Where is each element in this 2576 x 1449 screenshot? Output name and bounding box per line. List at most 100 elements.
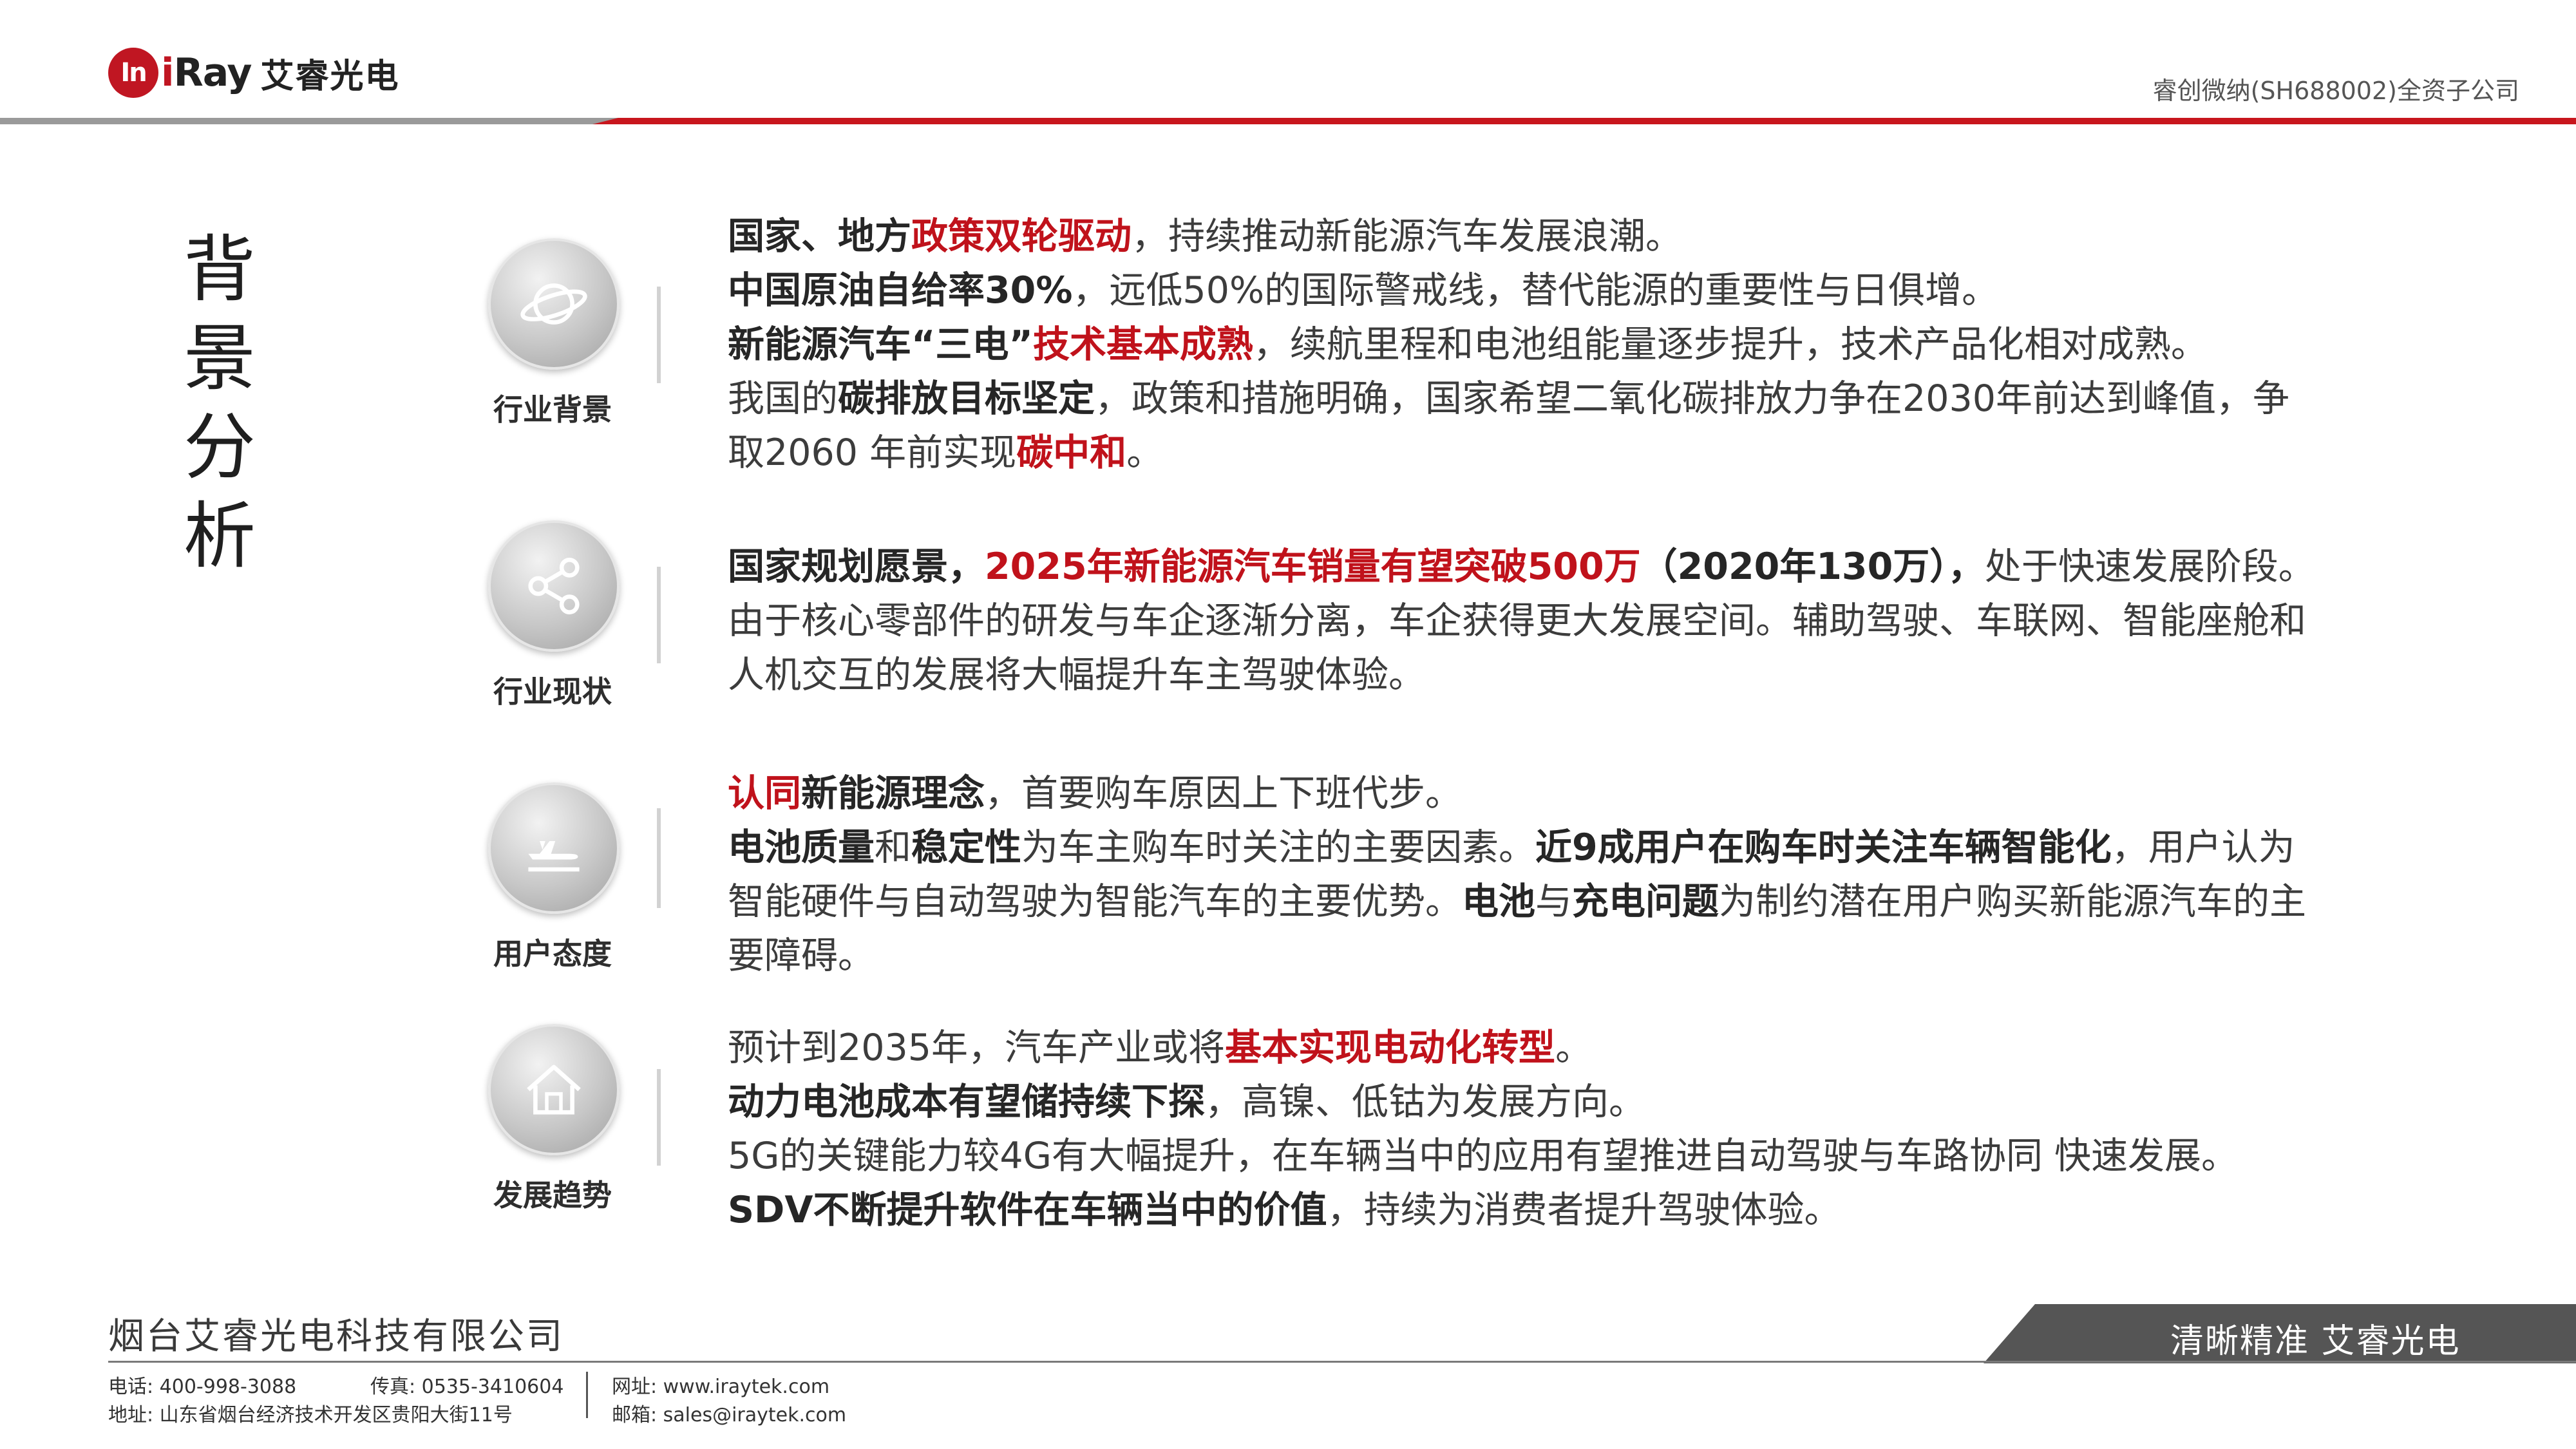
category-development-trend: 发展趋势 <box>488 1024 620 1215</box>
footer-separator <box>586 1372 588 1418</box>
footer-address: 地址: 山东省烟台经济技术开发区贵阳大街11号 <box>108 1404 513 1426</box>
planet-icon <box>520 283 587 325</box>
logo-mark: In <box>108 48 158 98</box>
logo-wordmark: iRay <box>161 50 252 95</box>
category-divider <box>657 808 661 908</box>
section-title-line-2: 分析 <box>184 406 260 578</box>
bold-text: 国家规划愿景， <box>728 545 985 588</box>
category-label: 用户态度 <box>493 936 612 971</box>
body-text: 与 <box>1535 880 1572 923</box>
body-text: 5G的关键能力较4G有大幅提升，在车辆当中的应用有望推进自动驾驶与车路协同 快速… <box>728 1135 2238 1177</box>
bold-text: 国家、地方 <box>728 215 911 258</box>
text-block-industry-background: 国家、地方政策双轮驱动，持续推动新能源汽车发展浪潮。 中国原油自给率30%，远低5… <box>728 209 2363 480</box>
text-line: 中国原油自给率30%，远低50%的国际警戒线，替代能源的重要性与日俱增。 <box>728 263 2363 317</box>
category-industry-status: 行业现状 <box>488 520 620 711</box>
share-icon <box>528 558 580 614</box>
category-icon-circle <box>488 782 620 914</box>
body-text: ，首要购车原因上下班代步。 <box>985 772 1462 815</box>
text-line: 5G的关键能力较4G有大幅提升，在车辆当中的应用有望推进自动驾驶与车路协同 快速… <box>728 1129 2363 1183</box>
bold-text: （2020年130万）， <box>1640 545 1985 588</box>
text-line: 取2060 年前实现碳中和。 <box>728 426 2363 480</box>
bold-text: SDV不断提升软件在车辆当中的价值 <box>728 1189 1327 1231</box>
body-text: 为车主购车时关注的主要因素。 <box>1021 826 1535 869</box>
plane-departure-icon <box>528 841 580 872</box>
bold-text: 稳定性 <box>911 826 1021 869</box>
body-text: 智能硬件与自动驾驶为智能汽车的主要优势。 <box>728 880 1462 923</box>
logo-wordmark-text: Ray <box>173 50 252 95</box>
text-block-industry-status: 国家规划愿景，2025年新能源汽车销量有望突破500万（2020年130万），处… <box>728 540 2363 702</box>
category-icon-circle <box>488 1024 620 1155</box>
header-rule-grey <box>0 118 644 124</box>
category-icon-circle <box>488 520 620 652</box>
house-icon <box>527 1065 581 1115</box>
footer-website[interactable]: 网址: www.iraytek.com <box>612 1370 829 1399</box>
body-text: 处于快速发展阶段。 <box>1984 545 2315 588</box>
category-label: 发展趋势 <box>493 1178 612 1213</box>
bold-text: 电池 <box>1462 880 1535 923</box>
category-label: 行业现状 <box>493 674 612 709</box>
text-line: 国家、地方政策双轮驱动，持续推动新能源汽车发展浪潮。 <box>728 209 2363 263</box>
body-text: 预计到2035年，汽车产业或将 <box>728 1027 1226 1069</box>
bold-text: 新能源理念 <box>801 772 985 815</box>
section-title-line-1: 背景 <box>184 228 260 401</box>
body-text: ，持续为消费者提升驾驶体验。 <box>1327 1189 1841 1231</box>
footer-email[interactable]: 邮箱: sales@iraytek.com <box>612 1399 846 1427</box>
parent-company-note: 睿创微纳(SH688002)全资子公司 <box>2152 77 2519 105</box>
header-rule-red <box>592 118 2576 124</box>
category-industry-background: 行业背景 <box>488 238 620 429</box>
body-text: ，续航里程和电池组能量逐步提升，技术产品化相对成熟。 <box>1253 323 2208 366</box>
text-line: 要障碍。 <box>728 929 2363 983</box>
text-line: 新能源汽车“三电”技术基本成熟，续航里程和电池组能量逐步提升，技术产品化相对成熟… <box>728 317 2363 372</box>
category-divider <box>657 1069 661 1166</box>
bold-text: 新能源汽车“三电” <box>728 323 1033 366</box>
bold-text: 中国原油自给率30% <box>728 269 1073 312</box>
bold-text: 充电问题 <box>1572 880 1719 923</box>
text-line: 动力电池成本有望储持续下探，高镍、低钴为发展方向。 <box>728 1075 2363 1129</box>
text-block-user-attitude: 认同新能源理念，首要购车原因上下班代步。 电池质量和稳定性为车主购车时关注的主要因… <box>728 766 2363 983</box>
highlight-text: 认同 <box>728 772 801 815</box>
footer-company-name: 烟台艾睿光电科技有限公司 <box>108 1316 564 1358</box>
bold-text: 碳排放目标坚定 <box>838 377 1095 420</box>
category-user-attitude: 用户态度 <box>488 782 620 973</box>
text-block-development-trend: 预计到2035年，汽车产业或将基本实现电动化转型。 动力电池成本有望储持续下探，高… <box>728 1021 2363 1237</box>
body-text: ，高镍、低钴为发展方向。 <box>1205 1081 1645 1123</box>
bold-text: 近9成用户在购车时关注车辆智能化 <box>1535 826 2112 869</box>
slogan-text: 清晰精准 艾睿光电 <box>2170 1322 2461 1361</box>
body-text: 。 <box>1555 1027 1593 1069</box>
text-line: 国家规划愿景，2025年新能源汽车销量有望突破500万（2020年130万），处… <box>728 540 2363 594</box>
body-text: 取2060 年前实现 <box>728 431 1017 474</box>
text-line: 电池质量和稳定性为车主购车时关注的主要因素。近9成用户在购车时关注车辆智能化，用… <box>728 820 2363 875</box>
body-text: 由于核心零部件的研发与车企逐渐分离，车企获得更大发展空间。辅助驾驶、车联网、智能… <box>728 600 2306 642</box>
highlight-text: 基本实现电动化转型 <box>1225 1027 1556 1069</box>
section-title: 背景 分析 <box>184 225 332 581</box>
highlight-text: 2025年新能源汽车销量有望突破500万 <box>985 545 1641 588</box>
body-text: 人机交互的发展将大幅提升车主驾驶体验。 <box>728 654 1425 696</box>
text-line: 预计到2035年，汽车产业或将基本实现电动化转型。 <box>728 1021 2363 1075</box>
highlight-text: 技术基本成熟 <box>1032 323 1253 366</box>
logo-chinese-name: 艾睿光电 <box>260 57 400 96</box>
footer-phone: 电话: 400-998-3088 <box>108 1376 297 1398</box>
footer-fax: 传真: 0535-3410604 <box>370 1376 564 1398</box>
category-divider <box>657 287 661 383</box>
body-text: 。 <box>1126 431 1164 474</box>
category-divider <box>657 567 661 663</box>
body-text: ，持续推动新能源汽车发展浪潮。 <box>1132 215 1682 258</box>
body-text: ，政策和措施明确，国家希望二氧化碳排放力争在2030年前达到峰值，争 <box>1095 377 2290 420</box>
company-logo: In iRay 艾睿光电 <box>108 44 400 102</box>
body-text: 和 <box>875 826 911 869</box>
body-text: 我国的 <box>728 377 838 420</box>
body-text: ，用户认为 <box>2111 826 2295 869</box>
highlight-text: 政策双轮驱动 <box>911 215 1132 258</box>
body-text: ，远低50%的国际警戒线，替代能源的重要性与日俱增。 <box>1072 269 1999 312</box>
highlight-text: 碳中和 <box>1016 431 1127 474</box>
text-line: SDV不断提升软件在车辆当中的价值，持续为消费者提升驾驶体验。 <box>728 1183 2363 1237</box>
text-line: 我国的碳排放目标坚定，政策和措施明确，国家希望二氧化碳排放力争在2030年前达到… <box>728 372 2363 426</box>
body-text: 要障碍。 <box>728 934 875 977</box>
bold-text: 电池质量 <box>728 826 875 869</box>
logo-wordmark-prefix: i <box>161 50 175 95</box>
category-icon-circle <box>488 238 620 370</box>
body-text: 为制约潜在用户购买新能源汽车的主 <box>1719 880 2306 923</box>
text-line: 人机交互的发展将大幅提升车主驾驶体验。 <box>728 648 2363 702</box>
bold-text: 动力电池成本有望储持续下探 <box>728 1081 1205 1123</box>
text-line: 认同新能源理念，首要购车原因上下班代步。 <box>728 766 2363 820</box>
